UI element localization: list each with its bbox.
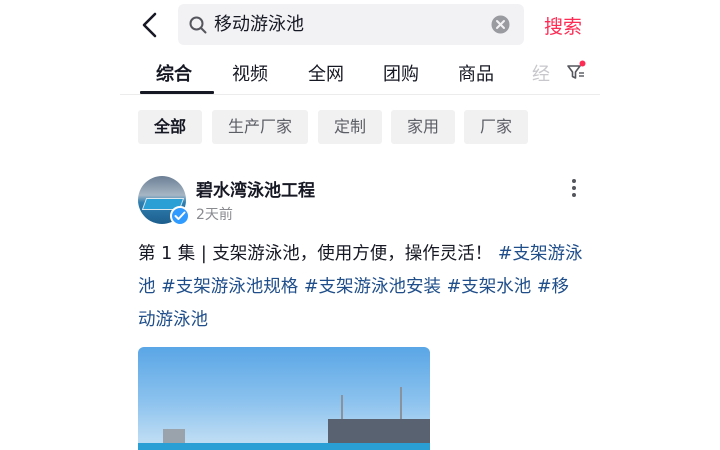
tab-group-buy[interactable]: 团购: [383, 60, 419, 86]
clear-icon[interactable]: [491, 15, 510, 34]
verified-badge-icon: [170, 206, 190, 226]
search-button[interactable]: 搜索: [544, 12, 582, 39]
search-results-page: 搜索 综合 视频 全网 团购 商品 经 全部 生产厂家 定制 家用 厂家 碧水湾…: [120, 0, 600, 450]
filter-icon[interactable]: [566, 60, 586, 82]
tab-web[interactable]: 全网: [308, 60, 344, 86]
search-icon: [189, 16, 207, 34]
post-caption: 第 1 集 | 支架游泳池，使用方便，操作灵活！ #支架游泳池 #支架游泳池规格…: [138, 238, 586, 337]
chip-custom[interactable]: 定制: [318, 110, 382, 144]
author-name[interactable]: 碧水湾泳池工程: [196, 176, 315, 201]
hashtag[interactable]: #支架水池: [447, 277, 532, 297]
result-tabs: 综合 视频 全网 团购 商品 经: [120, 60, 600, 94]
tab-products[interactable]: 商品: [458, 60, 494, 86]
post-time: 2天前: [196, 207, 233, 223]
search-bar[interactable]: [178, 4, 524, 45]
tabs-divider: [120, 94, 600, 95]
tab-video[interactable]: 视频: [232, 60, 268, 86]
chevron-left-icon: [142, 12, 157, 38]
back-button[interactable]: [138, 10, 162, 40]
chip-manufacturer[interactable]: 生产厂家: [212, 110, 308, 144]
chip-all[interactable]: 全部: [138, 110, 202, 144]
video-thumbnail[interactable]: [138, 347, 430, 450]
hashtag[interactable]: #支架游泳池安装: [304, 277, 441, 297]
tab-more-partial[interactable]: 经: [532, 60, 550, 86]
search-input[interactable]: [214, 4, 484, 45]
hashtag[interactable]: #支架游泳池规格: [161, 277, 298, 297]
caption-text: 第 1 集 | 支架游泳池，使用方便，操作灵活！: [138, 244, 493, 264]
tab-comprehensive[interactable]: 综合: [156, 60, 192, 86]
chip-household[interactable]: 家用: [391, 110, 455, 144]
more-options-icon[interactable]: [566, 178, 582, 198]
chip-factory[interactable]: 厂家: [464, 110, 528, 144]
